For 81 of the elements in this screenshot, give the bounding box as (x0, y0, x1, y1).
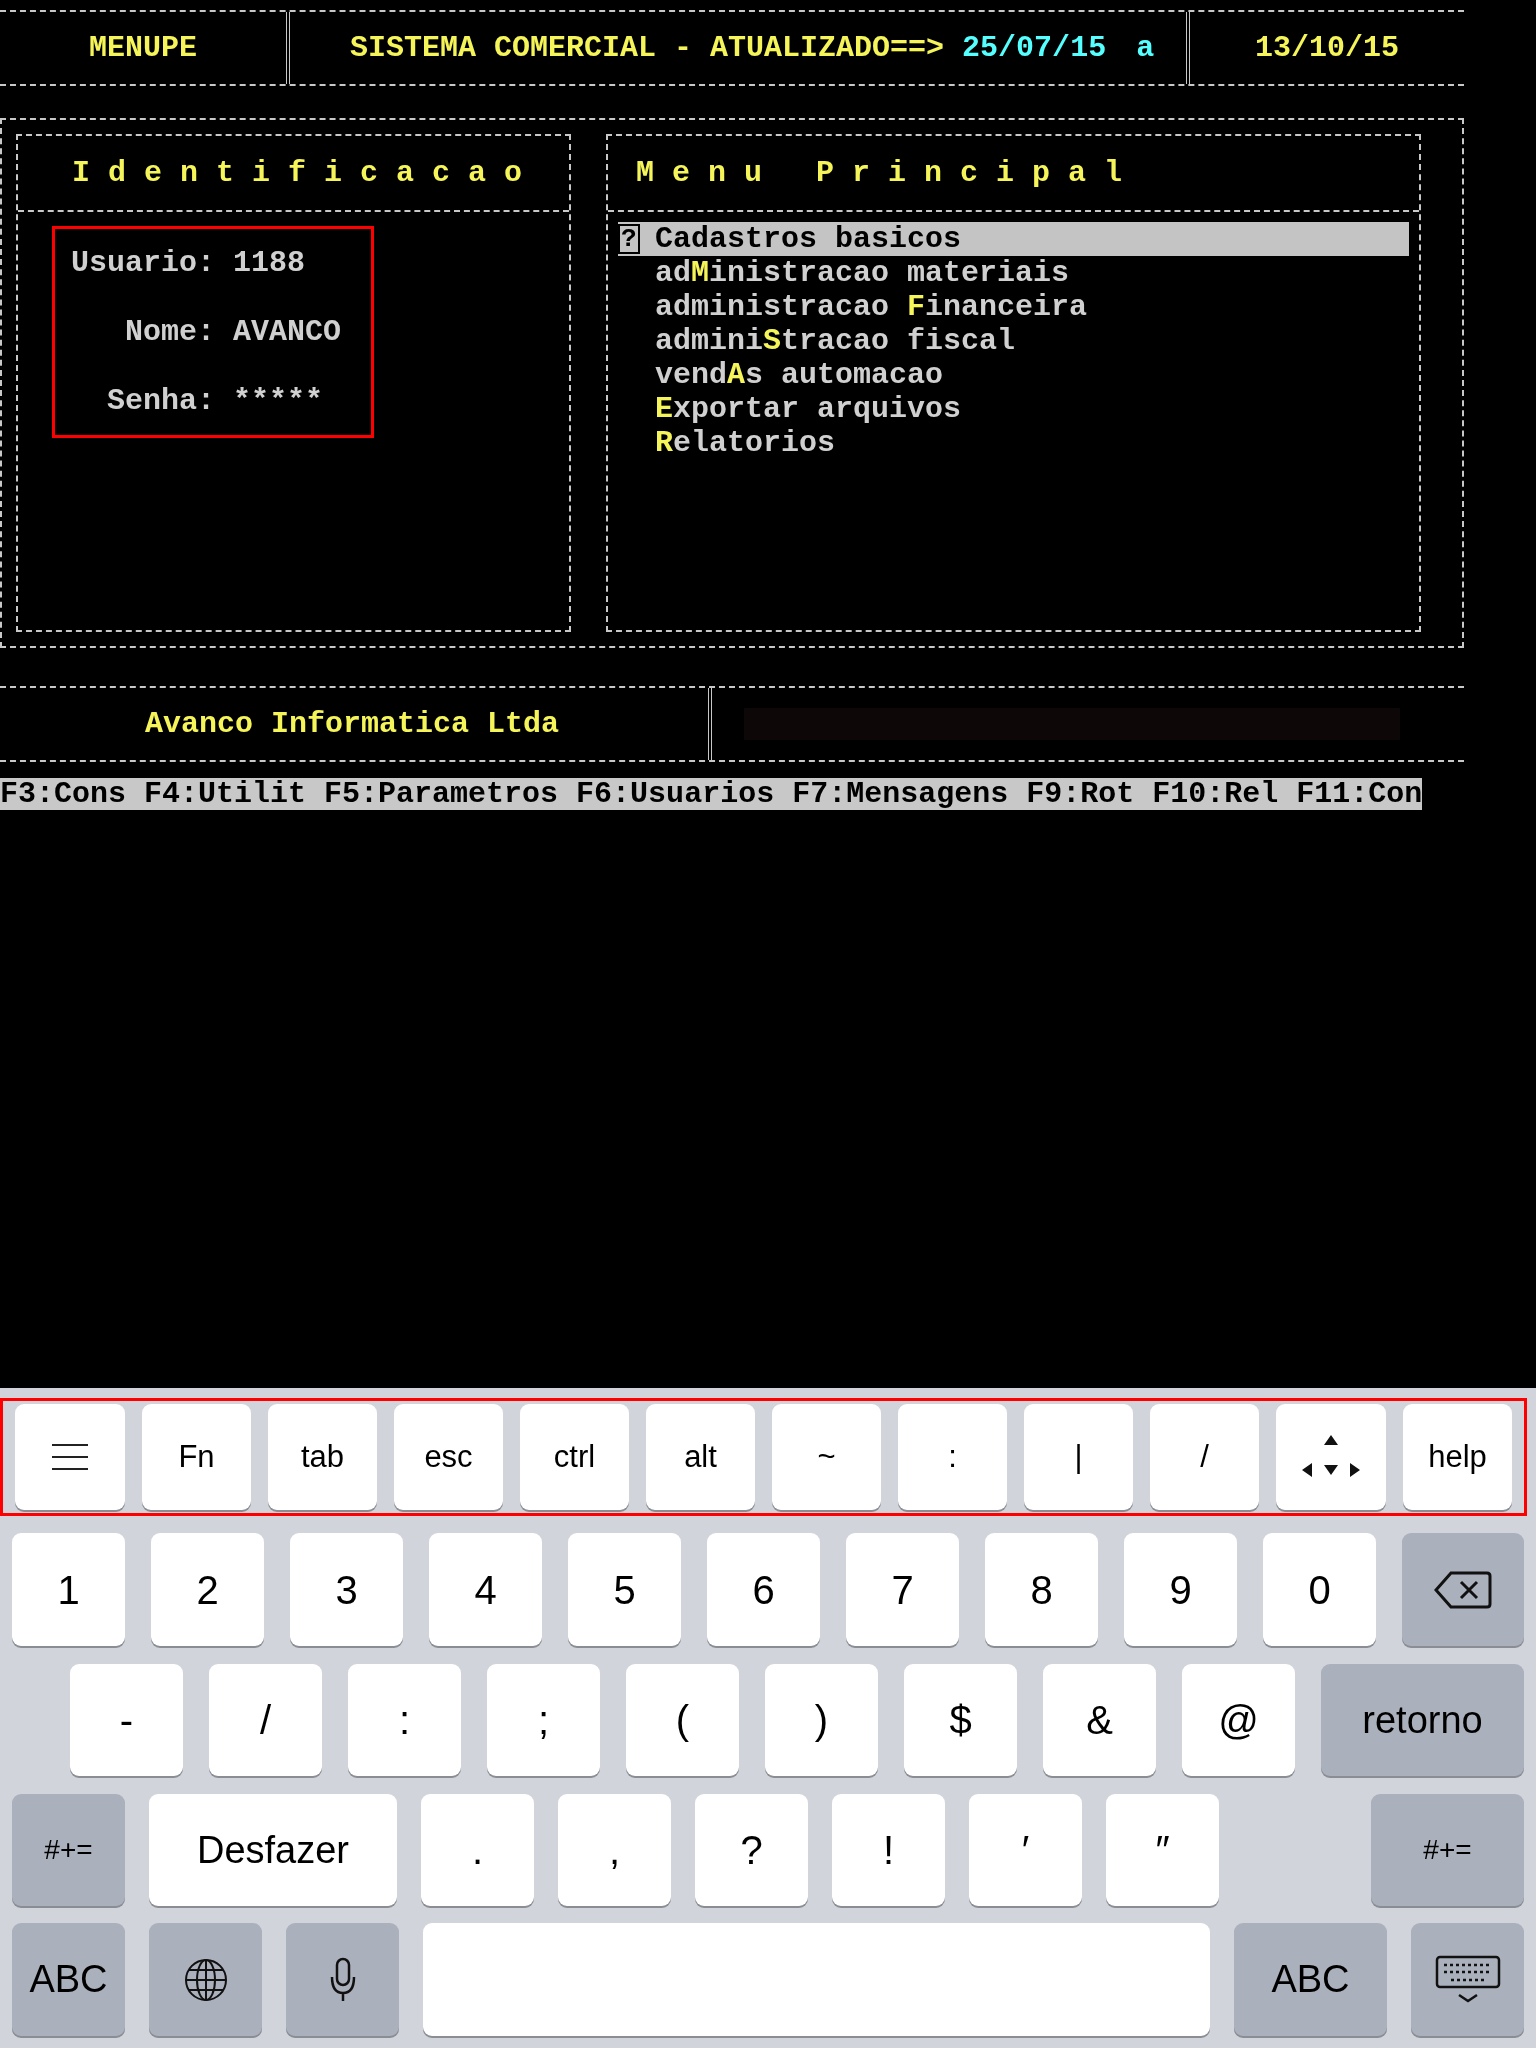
toolbar-key[interactable]: Fn (142, 1404, 251, 1510)
punctuation-key[interactable]: , (558, 1794, 671, 1906)
symbol-key[interactable]: - (70, 1664, 183, 1776)
company-name: Avanco Informatica Ltda (145, 707, 560, 741)
toolbar-key[interactable]: / (1150, 1404, 1259, 1510)
update-date: 25/07/15 (962, 31, 1107, 65)
function-key[interactable]: F4:Utilit (144, 777, 307, 811)
menu-icon (51, 1443, 89, 1471)
symbol-key[interactable]: / (209, 1664, 322, 1776)
function-key[interactable]: F10:Rel (1152, 777, 1279, 811)
symbol-key[interactable]: $ (904, 1664, 1017, 1776)
function-key[interactable]: F11:Con (1296, 777, 1423, 811)
menu-item[interactable]: administracao Financeira (618, 290, 1409, 324)
digit-key[interactable]: 3 (290, 1533, 403, 1646)
menu-item[interactable]: vendAs automacao (618, 358, 1409, 392)
panel-title: M e n u P r i n c i p a l (636, 156, 1123, 190)
field-label: Senha: (106, 384, 216, 418)
function-key[interactable]: F3:Cons (0, 777, 127, 811)
punctuation-key[interactable]: . (421, 1794, 534, 1906)
arrow-keys[interactable] (1276, 1404, 1386, 1510)
field-value: AVANCO (233, 315, 342, 349)
microphone-icon (328, 1956, 357, 2003)
toolbar-key[interactable]: tab (268, 1404, 377, 1510)
digit-key[interactable]: 2 (151, 1533, 264, 1646)
symbols-toggle-key[interactable]: #+= (12, 1794, 125, 1906)
digit-key[interactable]: 6 (707, 1533, 820, 1646)
toolbar-key[interactable]: ctrl (520, 1404, 629, 1510)
digit-key[interactable]: 5 (568, 1533, 681, 1646)
digit-key[interactable]: 4 (429, 1533, 542, 1646)
function-key[interactable]: F9:Rot (1026, 777, 1135, 811)
symbol-key[interactable]: ; (487, 1664, 600, 1776)
backspace-key[interactable] (1402, 1533, 1524, 1646)
punctuation-key[interactable]: ? (695, 1794, 808, 1906)
symbols-toggle-key[interactable]: #+= (1371, 1794, 1524, 1906)
current-date: 13/10/15 (1255, 31, 1399, 65)
field-label: Nome: (124, 315, 216, 349)
menu-item[interactable]: Exportar arquivos (618, 392, 1409, 426)
field-value: 1188 (233, 246, 307, 280)
digit-key[interactable]: 9 (1124, 1533, 1237, 1646)
menu-item[interactable]: adMinistracao materiais (618, 256, 1409, 290)
globe-icon (183, 1957, 228, 2002)
microphone-key[interactable] (286, 1923, 399, 2036)
toolbar-key[interactable]: : (898, 1404, 1007, 1510)
digit-key[interactable]: 0 (1263, 1533, 1376, 1646)
digit-key[interactable]: 1 (12, 1533, 125, 1646)
abc-key[interactable]: ABC (1234, 1923, 1387, 2036)
globe-key[interactable] (149, 1923, 262, 2036)
function-key[interactable]: F7:Mensagens (792, 777, 1009, 811)
program-name: MENUPE (89, 31, 197, 65)
symbol-key[interactable]: @ (1182, 1664, 1295, 1776)
punctuation-key[interactable]: ′ (969, 1794, 1082, 1906)
toolbar-key[interactable]: esc (394, 1404, 503, 1510)
hide-keyboard-key[interactable] (1411, 1923, 1524, 2036)
digit-key[interactable]: 8 (985, 1533, 1098, 1646)
abc-key[interactable]: ABC (12, 1923, 125, 2036)
status-letter: a (1136, 31, 1155, 65)
panel-title: I d e n t i f i c a c a o (72, 156, 523, 190)
menu-item[interactable]: ? Cadastros basicos (618, 222, 1409, 256)
cursor-marker: ? (618, 224, 640, 254)
menu-item[interactable]: Relatorios (618, 426, 1409, 460)
symbol-key[interactable]: ) (765, 1664, 878, 1776)
field-value: ***** (233, 384, 325, 418)
system-title: SISTEMA COMERCIAL - ATUALIZADO==> (350, 31, 945, 65)
hide-keyboard-icon (1434, 1954, 1501, 2005)
function-key[interactable]: F6:Usuarios (576, 777, 775, 811)
help-key[interactable]: help (1403, 1404, 1512, 1510)
field-label: Usuario: (71, 246, 216, 280)
punctuation-key[interactable]: ″ (1106, 1794, 1219, 1906)
symbol-key[interactable]: ( (626, 1664, 739, 1776)
return-key[interactable]: retorno (1321, 1664, 1524, 1776)
toolbar-key[interactable]: alt (646, 1404, 755, 1510)
backspace-icon (1434, 1569, 1492, 1610)
menu-item[interactable]: adminiStracao fiscal (618, 324, 1409, 358)
function-key[interactable]: F5:Parametros (324, 777, 559, 811)
symbol-key[interactable]: & (1043, 1664, 1156, 1776)
toolbar-key[interactable]: | (1024, 1404, 1133, 1510)
undo-key[interactable]: Desfazer (149, 1794, 397, 1906)
punctuation-key[interactable]: ! (832, 1794, 945, 1906)
digit-key[interactable]: 7 (846, 1533, 959, 1646)
toolbar-key[interactable]: ~ (772, 1404, 881, 1510)
symbol-key[interactable]: : (348, 1664, 461, 1776)
